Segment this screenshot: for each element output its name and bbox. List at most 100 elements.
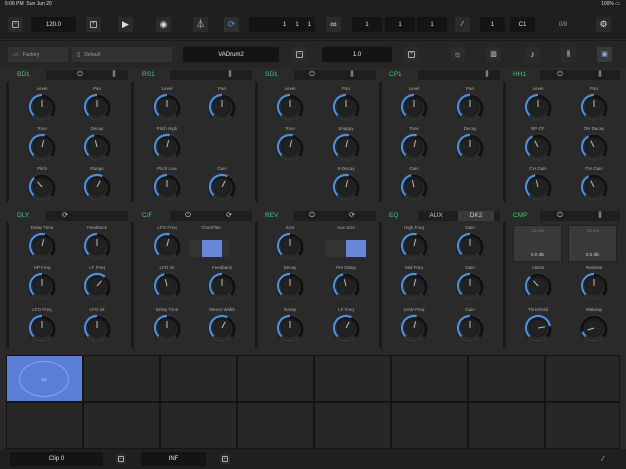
keyboard-button[interactable]: ▥ [486,47,501,62]
pad-16[interactable] [546,403,619,448]
knob-dial[interactable] [580,314,608,342]
knob-bd1-2[interactable]: Tone [22,126,62,166]
aux-size-toggle[interactable] [326,240,366,257]
knob-dial[interactable] [83,272,111,300]
key-field[interactable]: C1 [510,17,535,32]
knob-dial[interactable] [153,133,181,161]
knob-hh1-0[interactable]: Level [518,86,558,126]
knob-dial[interactable] [276,93,304,121]
tab-dk2[interactable]: DK2 [458,211,494,221]
loop-button[interactable]: ∞ [326,17,341,32]
knob-cmp-3[interactable]: Makeup [574,307,614,347]
knob-dial[interactable] [524,173,552,201]
knob-hh1-2[interactable]: BP-CF [518,126,558,166]
sliders-icon[interactable]: ⫼ [344,71,360,79]
knob-bd1-5[interactable]: Range [77,166,117,206]
knob-dial[interactable] [153,173,181,201]
knob-bd1-1[interactable]: Pan [77,86,117,126]
knob-cp1-1[interactable]: Pan [450,86,490,126]
power-icon[interactable]: ⏻ [304,71,320,79]
knob-dial[interactable] [83,173,111,201]
knob-rs1-5[interactable]: Gain [202,166,242,206]
knob-dial[interactable] [332,272,360,300]
knob-dial[interactable] [400,232,428,260]
knob-dial[interactable] [208,314,236,342]
brightness-button[interactable]: ☼ [450,47,465,62]
knob-dial[interactable] [524,272,552,300]
sliders-icon[interactable]: ⫼ [479,71,495,79]
chorus-flanger-toggle[interactable] [190,240,230,257]
value-field[interactable]: 1.0 [322,47,392,62]
knob-dial[interactable] [276,314,304,342]
knob-sd1-5[interactable]: S-Decay [326,166,366,206]
knob-dial[interactable] [153,93,181,121]
knob-eq-0[interactable]: High Freq [394,225,434,265]
knob-dial[interactable] [276,272,304,300]
knob-dial[interactable] [332,93,360,121]
knob-dial[interactable] [276,133,304,161]
knob-bd1-3[interactable]: Decay [77,126,117,166]
knob-sd1-2[interactable]: Tone [270,126,310,166]
sliders-icon[interactable]: ⫼ [106,71,122,79]
metronome-button[interactable]: ⏃ [193,17,208,32]
sync-button[interactable]: ⟳ [224,17,239,32]
knob-dial[interactable] [153,314,181,342]
knob-bd1-4[interactable]: Pitch [22,166,62,206]
knob-rev-0[interactable]: Size [270,225,310,265]
pad-3[interactable] [161,356,236,401]
record-button[interactable]: ◉ [156,17,171,32]
knob-dial[interactable] [153,272,181,300]
knob-rs1-1[interactable]: Pan [202,86,242,126]
knob-rs1-0[interactable]: Level [147,86,187,126]
sync-icon[interactable]: ⟳ [57,212,73,220]
knob-dial[interactable] [83,314,111,342]
view-button[interactable]: ▣ [597,47,612,62]
knob-hh1-4[interactable]: CH Gain [518,166,558,206]
knob-dial[interactable] [208,173,236,201]
knob-rev-1[interactable]: Decay [270,265,310,305]
tempo-increase-button[interactable]: + [86,17,101,32]
knob-sd1-3[interactable]: Snappy [326,126,366,166]
edit-button[interactable]: ⁄ [596,452,610,466]
knob-rev-4[interactable]: LF Freq [326,307,366,347]
power-icon[interactable]: ⏻ [72,71,88,79]
knob-cmp-1[interactable]: Release [574,265,614,305]
knob-cf-1[interactable]: LFO Int [147,265,187,305]
knob-dly-2[interactable]: HP Freq [22,265,62,305]
power-icon[interactable]: ⏻ [552,212,568,220]
knob-dial[interactable] [332,173,360,201]
knob-dly-5[interactable]: LFO Int [77,307,117,347]
knob-dial[interactable] [456,133,484,161]
preset-selector[interactable]: ▯ Default [72,47,172,62]
power-icon[interactable]: ⏻ [304,212,320,220]
knob-hh1-5[interactable]: OH Gain [574,166,614,206]
loop-end-field[interactable]: 1 [417,17,447,32]
value-increase-button[interactable]: + [404,47,419,62]
knob-dly-3[interactable]: LF Freq [77,265,117,305]
knob-eq-3[interactable]: Gain [450,265,490,305]
kit-name-field[interactable]: VADrum2 [183,47,279,62]
knob-cf-4[interactable]: Stereo Width [202,307,242,347]
power-icon[interactable]: ⏻ [552,71,568,79]
tempo-decrease-button[interactable]: − [8,17,23,32]
clip-selector[interactable]: Clip 0 [10,452,103,466]
pad-10[interactable] [84,403,159,448]
knob-dial[interactable] [580,173,608,201]
knob-dial[interactable] [83,232,111,260]
tab-aux[interactable]: AUX [418,211,454,221]
loop-length-field[interactable]: 1 [385,17,415,32]
knob-dial[interactable] [28,314,56,342]
sliders-icon[interactable]: ⫼ [592,71,608,79]
play-button[interactable]: ▶ [118,17,133,32]
knob-rs1-4[interactable]: Pitch Low [147,166,187,206]
knob-sd1-1[interactable]: Pan [326,86,366,126]
knob-dial[interactable] [456,272,484,300]
knob-dial[interactable] [28,272,56,300]
pad-6[interactable] [392,356,467,401]
note-button[interactable]: ♪ [525,47,540,62]
length-decrease-button[interactable]: − [116,454,126,464]
settings-button[interactable]: ⚙ [596,17,611,32]
pad-7[interactable] [469,356,544,401]
knob-rev-2[interactable]: Pre Delay [326,265,366,305]
knob-dial[interactable] [28,173,56,201]
